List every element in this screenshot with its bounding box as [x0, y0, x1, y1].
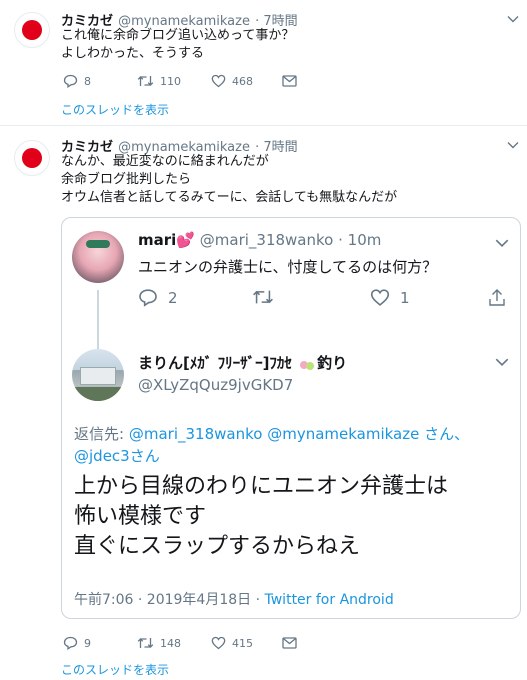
heart-emoji: 💕 [176, 231, 195, 249]
reply-to-label: 返信先: [74, 425, 125, 443]
show-thread-link[interactable]: このスレッドを表示 [61, 661, 169, 678]
quoted-thread-card[interactable]: mari💕 @mari_318wanko · 10m ユニオンの弁護士に、忖度し… [61, 217, 521, 619]
like-button[interactable]: 1 [370, 288, 410, 307]
like-button[interactable]: 468 [211, 74, 253, 88]
tweet-timestamp-row: 午前7:06 · 2019年4月18日 · Twitter for Androi… [74, 589, 394, 609]
author-name: まりん[ﾒｶﾞ ﾌﾘｰｻﾞｰ]ﾌｶｾ [138, 354, 292, 372]
tweet-text: ユニオンの弁護士に、忖度してるのは何方？ [138, 258, 438, 276]
reply-context: 返信先: @mari_318wanko @mynamekamikaze さん、 … [74, 423, 514, 467]
tweet-timestamp[interactable]: 午前7:06 · 2019年4月18日 · [74, 592, 260, 608]
retweet-count: 148 [160, 636, 181, 650]
tweet-source-link[interactable]: Twitter for Android [265, 592, 394, 608]
avatar[interactable] [72, 231, 124, 283]
lollipop-icon [299, 358, 315, 370]
tweet-header: mari💕 @mari_318wanko · 10m [138, 231, 381, 249]
retweet-icon [253, 290, 273, 304]
mention-link[interactable]: @mynamekamikaze [267, 425, 419, 443]
mention-link[interactable]: @jdec3 [74, 447, 130, 465]
thread-line [97, 290, 99, 352]
show-thread-link[interactable]: このスレッドを表示 [61, 101, 169, 118]
author-name-row[interactable]: まりん[ﾒｶﾞ ﾌﾘｰｻﾞｰ]ﾌｶｾ 釣り [138, 352, 347, 373]
reply-icon [139, 289, 157, 307]
mention-link[interactable]: @mari_318wanko [129, 425, 263, 443]
retweet-count: 110 [160, 74, 181, 88]
retweet-icon [137, 76, 154, 86]
avatar[interactable] [14, 140, 50, 176]
dm-button[interactable] [282, 637, 297, 649]
reply-icon [63, 636, 78, 650]
reply-button[interactable]: 9 [63, 636, 91, 650]
heart-icon [211, 636, 226, 650]
reply-suffix: さん [129, 447, 160, 465]
reply-count: 2 [168, 288, 178, 307]
tweet-text: これ俺に余命ブログ追い込めって事か？ よしわかった、そうする [61, 28, 295, 61]
avatar[interactable] [72, 349, 124, 401]
tweet-text: なんか、最近変なのに絡まれんだが 余命ブログ批判したら オウム信者と話してるみて… [61, 154, 398, 205]
retweet-button[interactable]: 110 [137, 74, 181, 88]
share-icon [489, 289, 505, 306]
chevron-down-icon[interactable] [506, 12, 520, 26]
author-name-tail: 釣り [317, 354, 348, 372]
author-handle[interactable]: @mari_318wanko [200, 231, 334, 249]
retweet-button[interactable] [252, 288, 274, 306]
like-button[interactable]: 415 [211, 636, 253, 650]
share-button[interactable] [488, 288, 506, 307]
heart-icon [211, 74, 226, 88]
like-count: 468 [232, 74, 253, 88]
chevron-down-icon[interactable] [494, 354, 510, 370]
reply-count: 9 [84, 636, 91, 650]
reply-button[interactable]: 2 [138, 288, 178, 307]
heart-icon [370, 289, 390, 306]
tweet-text-large: 上から目線のわりにユニオン弁護士は 怖い模様です 直ぐにスラップするからねえ [74, 474, 449, 559]
retweet-icon [137, 638, 154, 648]
author-name[interactable]: mari [138, 231, 176, 249]
reply-suffix: さん、 [424, 425, 470, 443]
like-count: 1 [400, 288, 410, 307]
tweet-time[interactable]: · 10m [338, 231, 381, 249]
reply-icon [63, 74, 78, 88]
reply-count: 8 [84, 74, 91, 88]
chevron-down-icon[interactable] [506, 138, 520, 152]
chevron-down-icon[interactable] [494, 235, 510, 251]
dm-button[interactable] [282, 75, 297, 87]
avatar[interactable] [14, 12, 50, 48]
like-count: 415 [232, 636, 253, 650]
envelope-icon [282, 637, 297, 649]
envelope-icon [282, 75, 297, 87]
reply-button[interactable]: 8 [63, 74, 91, 88]
author-handle[interactable]: @XLyZqQuz9jvGKD7 [138, 376, 293, 394]
retweet-button[interactable]: 148 [137, 636, 181, 650]
divider [0, 125, 527, 126]
